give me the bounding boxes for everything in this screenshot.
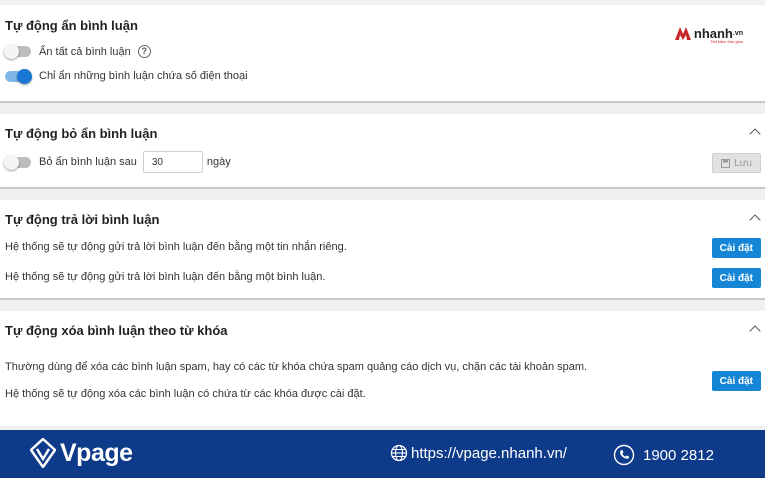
brand-tagline: Tiết kiệm thời gian bbox=[710, 39, 743, 44]
section-auto-reply: Tự động trả lời bình luận Hệ thống sẽ tự… bbox=[0, 200, 765, 300]
vpage-logo: Vpage bbox=[30, 438, 133, 468]
reply-message-text: Hệ thống sẽ tự động gửi trả lời bình luậ… bbox=[5, 241, 347, 253]
nhanh-logo: nhanh .vn Tiết kiệm thời gian bbox=[674, 25, 743, 44]
brand-suffix: .vn bbox=[732, 29, 743, 37]
chevron-up-icon[interactable] bbox=[749, 214, 761, 226]
save-label: Lưu bbox=[734, 157, 752, 169]
reply-comment-text: Hệ thống sẽ tự động gửi trả lời bình luậ… bbox=[5, 271, 326, 283]
section-auto-hide: Tự động ẩn bình luận nhanh .vn Tiết kiệm… bbox=[0, 5, 765, 103]
nhanh-mark-icon bbox=[674, 27, 691, 40]
delete-info: Hệ thống sẽ tự động xóa các bình luận có… bbox=[5, 388, 366, 400]
option-label: Bỏ ẩn bình luận sau bbox=[39, 156, 137, 168]
save-icon bbox=[721, 158, 731, 168]
website-url: https://vpage.nhanh.vn/ bbox=[411, 444, 567, 462]
setup-comment-button[interactable]: Cài đặt bbox=[711, 268, 761, 288]
setup-delete-button[interactable]: Cài đặt bbox=[711, 371, 761, 391]
option-hide-phone[interactable]: Chỉ ẩn những bình luận chứa số điện thoạ… bbox=[5, 68, 248, 84]
section-title: Tự động trả lời bình luận bbox=[5, 212, 160, 227]
option-label: Chỉ ẩn những bình luận chứa số điện thoạ… bbox=[39, 70, 248, 82]
chevron-up-icon[interactable] bbox=[749, 325, 761, 337]
section-title: Tự động xóa bình luận theo từ khóa bbox=[5, 323, 228, 338]
save-button[interactable]: Lưu bbox=[712, 153, 761, 173]
phone-icon bbox=[613, 444, 635, 466]
chevron-up-icon[interactable] bbox=[749, 128, 761, 140]
option-unhide: Bỏ ẩn bình luận sau 30 ngày bbox=[4, 151, 231, 173]
days-input[interactable]: 30 bbox=[142, 151, 203, 173]
option-hide-all[interactable]: Ẩn tất cả bình luận ? bbox=[4, 44, 151, 59]
toggle-hide-phone[interactable] bbox=[5, 68, 32, 84]
button-label: Cài đặt bbox=[719, 242, 753, 254]
section-auto-unhide: Tự động bỏ ẩn bình luận Bỏ ẩn bình luận … bbox=[0, 114, 765, 189]
setup-message-button[interactable]: Cài đặt bbox=[711, 238, 761, 258]
section-title: Tự động bỏ ẩn bình luận bbox=[5, 126, 158, 141]
website-link[interactable]: https://vpage.nhanh.vn/ bbox=[390, 444, 567, 462]
toggle-unhide[interactable] bbox=[4, 154, 31, 170]
hotline-number: 1900 2812 bbox=[643, 446, 714, 464]
vpage-logo-icon bbox=[30, 438, 56, 468]
days-unit: ngày bbox=[206, 156, 231, 168]
logo-text: Vpage bbox=[60, 438, 133, 467]
section-title: Tự động ẩn bình luận bbox=[5, 18, 138, 33]
delete-description: Thường dùng để xóa các bình luận spam, h… bbox=[5, 361, 588, 373]
option-label: Ẩn tất cả bình luận bbox=[39, 45, 131, 58]
footer-banner: Vpage https://vpage.nhanh.vn/ 1900 2812 bbox=[0, 430, 765, 478]
globe-icon bbox=[390, 444, 408, 462]
help-icon[interactable]: ? bbox=[137, 45, 151, 58]
section-auto-delete: Tự động xóa bình luận theo từ khóa Thườn… bbox=[0, 311, 765, 426]
button-label: Cài đặt bbox=[719, 375, 753, 387]
button-label: Cài đặt bbox=[719, 272, 753, 284]
toggle-hide-all[interactable] bbox=[4, 44, 31, 59]
hotline[interactable]: 1900 2812 bbox=[613, 444, 714, 466]
